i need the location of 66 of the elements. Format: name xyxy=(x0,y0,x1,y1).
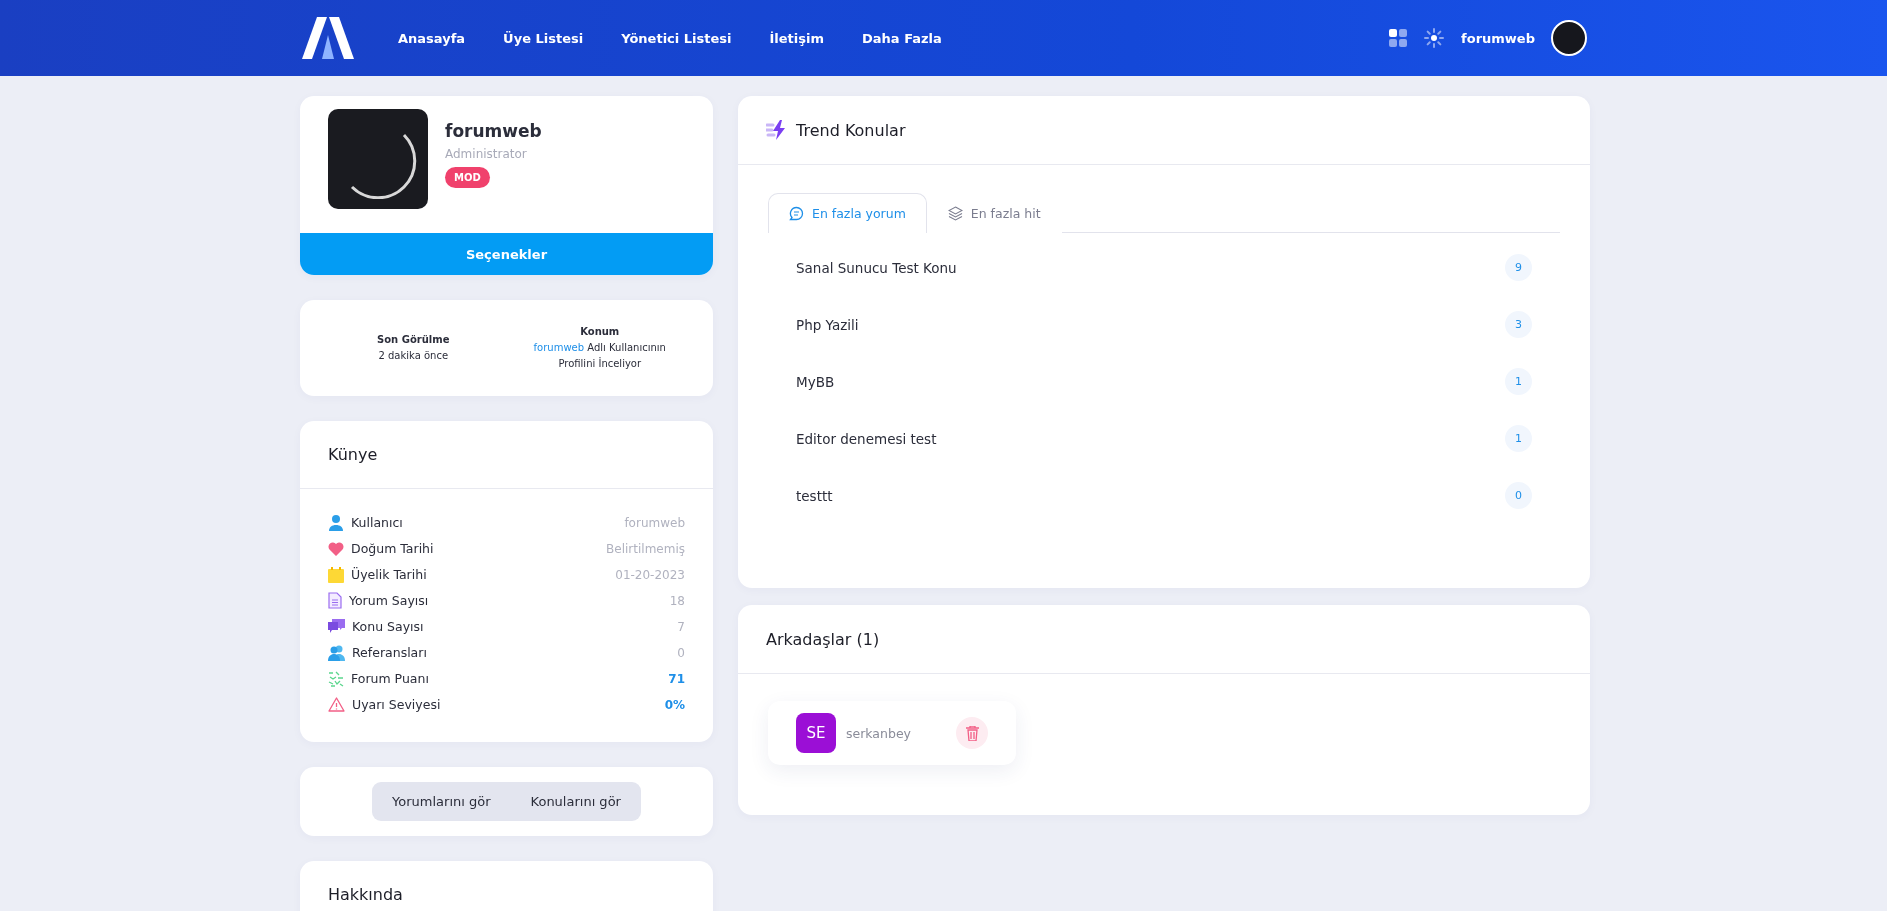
info-label: Yorum Sayısı xyxy=(349,593,430,608)
info-value: 18 xyxy=(669,593,685,608)
info-label: Üyelik Tarihi xyxy=(351,567,428,582)
card-title: Arkadaşlar (1) xyxy=(766,629,880,649)
nav-link[interactable]: Daha Fazla xyxy=(862,30,942,46)
topic-link[interactable]: Sanal Sunucu Test Konu xyxy=(796,259,957,276)
reply-count: 0 xyxy=(1505,482,1532,509)
pattern-icon xyxy=(328,670,344,687)
trash-icon xyxy=(965,725,979,741)
nav-link[interactable]: Üye Listesi xyxy=(503,30,584,46)
card-title: Trend Konular xyxy=(796,120,906,140)
user-link[interactable]: forumweb xyxy=(533,342,585,353)
topic-link[interactable]: Editor denemesi test xyxy=(796,430,937,447)
role-badge: MOD xyxy=(445,167,490,188)
nav-link[interactable]: Anasayfa xyxy=(398,30,466,46)
location-text: forumweb Adlı Kullanıcının Profilini İnceliyor xyxy=(532,341,667,371)
layers-icon xyxy=(947,206,963,221)
last-seen-label: Son Görülme xyxy=(376,333,451,347)
chat-icon xyxy=(789,206,804,221)
document-icon xyxy=(328,592,342,609)
username-label[interactable]: forumweb xyxy=(1461,30,1535,46)
info-label: Uyarı Seviyesi xyxy=(352,697,442,712)
info-label: Konu Sayısı xyxy=(352,619,425,634)
info-value: forumweb xyxy=(624,515,685,530)
initials-avatar: SE xyxy=(796,713,836,753)
info-value: 0% xyxy=(664,697,685,712)
lightning-icon xyxy=(766,120,788,140)
calendar-icon xyxy=(328,566,344,583)
sun-icon[interactable] xyxy=(1423,27,1446,49)
info-value: 0 xyxy=(677,645,685,660)
site-logo[interactable] xyxy=(300,17,356,59)
warning-icon xyxy=(328,697,345,712)
info-value: Belirtilmemiş xyxy=(606,541,685,556)
profile-role: Administrator xyxy=(445,147,528,161)
grid-icon[interactable] xyxy=(1389,29,1408,47)
info-value: 71 xyxy=(668,671,685,686)
view-button[interactable]: Yorumlarını gör xyxy=(372,782,511,821)
view-button[interactable]: Konularını gör xyxy=(510,782,641,821)
reply-count: 1 xyxy=(1505,425,1532,452)
info-value: 7 xyxy=(677,619,685,634)
nav-link[interactable]: İletişim xyxy=(769,30,824,46)
heart-icon xyxy=(328,541,344,556)
friend-name[interactable]: serkanbey xyxy=(846,725,946,741)
user-icon xyxy=(328,514,344,531)
info-label: Forum Puanı xyxy=(351,671,430,686)
chat-bubbles-icon xyxy=(328,619,345,634)
nav-link[interactable]: Yönetici Listesi xyxy=(621,30,732,46)
topic-link[interactable]: Php Yazili xyxy=(796,316,859,333)
info-label: Kullanıcı xyxy=(351,515,404,530)
card-title: Künye xyxy=(328,445,378,464)
card-title: Hakkında xyxy=(328,885,403,904)
info-label: Referansları xyxy=(352,645,428,660)
users-icon xyxy=(328,644,345,661)
info-label: Doğum Tarihi xyxy=(351,541,435,556)
tab[interactable]: En fazla yorum xyxy=(768,193,927,233)
topic-link[interactable]: MyBB xyxy=(796,373,835,390)
topic-link[interactable]: testtt xyxy=(796,487,833,504)
reply-count: 3 xyxy=(1505,311,1532,338)
delete-button[interactable] xyxy=(956,717,988,749)
profile-name: forumweb xyxy=(445,121,542,141)
location-label: Konum xyxy=(579,325,621,339)
reply-count: 9 xyxy=(1505,254,1532,281)
info-value: 01-20-2023 xyxy=(615,567,685,582)
last-seen-value: 2 dakika önce xyxy=(377,349,450,363)
reply-count: 1 xyxy=(1505,368,1532,395)
avatar-placeholder[interactable] xyxy=(1551,20,1587,56)
